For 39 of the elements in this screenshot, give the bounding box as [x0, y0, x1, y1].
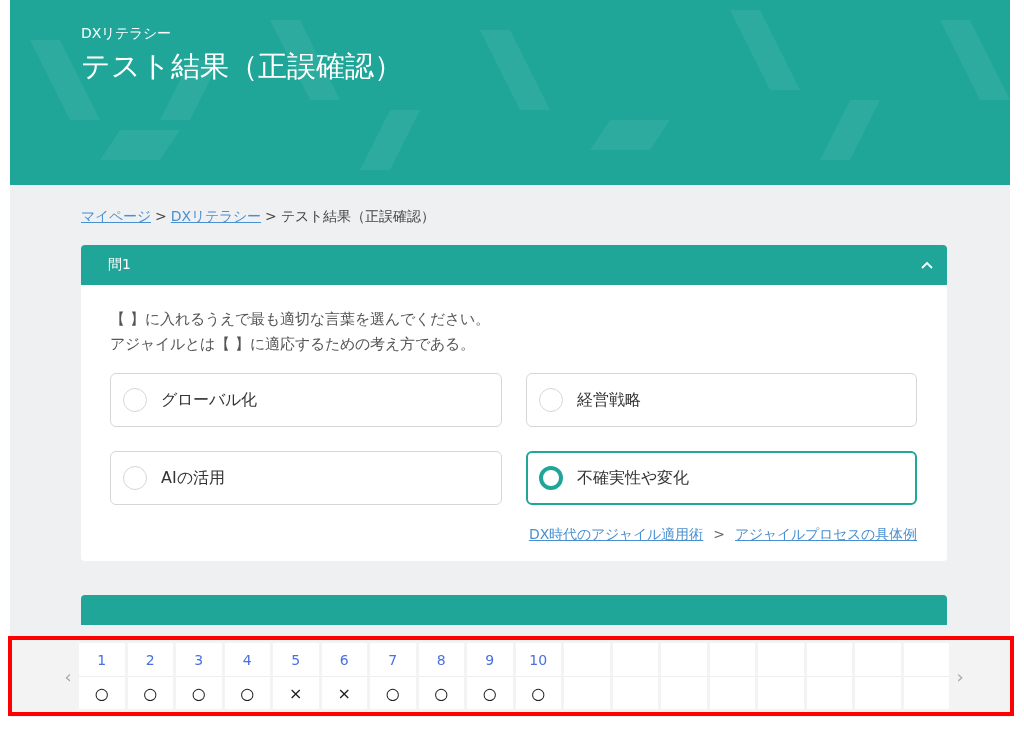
result-mark: ○ [530, 682, 547, 705]
breadcrumb-link[interactable]: DXリテラシー [170, 205, 262, 227]
question-header[interactable]: 問1 [81, 245, 947, 285]
question-link[interactable]: 4 [224, 643, 270, 677]
radio-icon [538, 466, 563, 490]
question-text: 【 】に入れるうえで最も適切な言葉を選んでください。 アジャイルとは【 】に適応するための考え方である。 [110, 309, 491, 355]
question-number: 問1 [108, 256, 131, 274]
breadcrumb-link[interactable]: マイページ [81, 205, 151, 227]
section-subtitle: DXリテラシー [81, 24, 172, 42]
question-link[interactable]: 10 [515, 643, 561, 677]
question-link[interactable]: 9 [467, 643, 513, 677]
result-mark: ○ [142, 682, 159, 705]
result-mark: ○ [239, 682, 256, 705]
result-mark: ○ [481, 682, 498, 705]
result-mark: ○ [384, 682, 401, 705]
answer-option[interactable]: AIの活用 [110, 451, 502, 505]
result-mark: ○ [93, 682, 110, 705]
question-link[interactable]: 7 [370, 643, 416, 677]
reference-link[interactable]: アジャイルプロセスの具体例 [735, 525, 917, 543]
result-mark: × [336, 682, 352, 705]
question-link[interactable]: 5 [273, 643, 319, 677]
question-link[interactable]: 3 [176, 643, 222, 677]
breadcrumb-text: > [155, 207, 167, 226]
breadcrumb-text: テスト結果（正誤確認） [280, 207, 435, 226]
answer-option[interactable]: 不確実性や変化 [525, 451, 917, 505]
page-title: テスト結果（正誤確認） [81, 48, 403, 85]
breadcrumb-text: > [265, 207, 277, 226]
result-mark: × [288, 682, 304, 705]
answer-option[interactable]: グローバル化 [110, 373, 502, 427]
question-link[interactable]: 2 [127, 643, 173, 677]
reference-link[interactable]: DX時代のアジャイル適用術 [528, 525, 704, 543]
question-link[interactable]: 1 [79, 643, 125, 677]
result-mark: ○ [190, 682, 207, 705]
answer-option[interactable]: 経営戦略 [525, 373, 917, 427]
result-mark: ○ [433, 682, 450, 705]
question-link[interactable]: 8 [418, 643, 464, 677]
separator-text: > [713, 525, 725, 543]
question-header[interactable] [81, 595, 947, 625]
question-link[interactable]: 6 [321, 643, 367, 677]
